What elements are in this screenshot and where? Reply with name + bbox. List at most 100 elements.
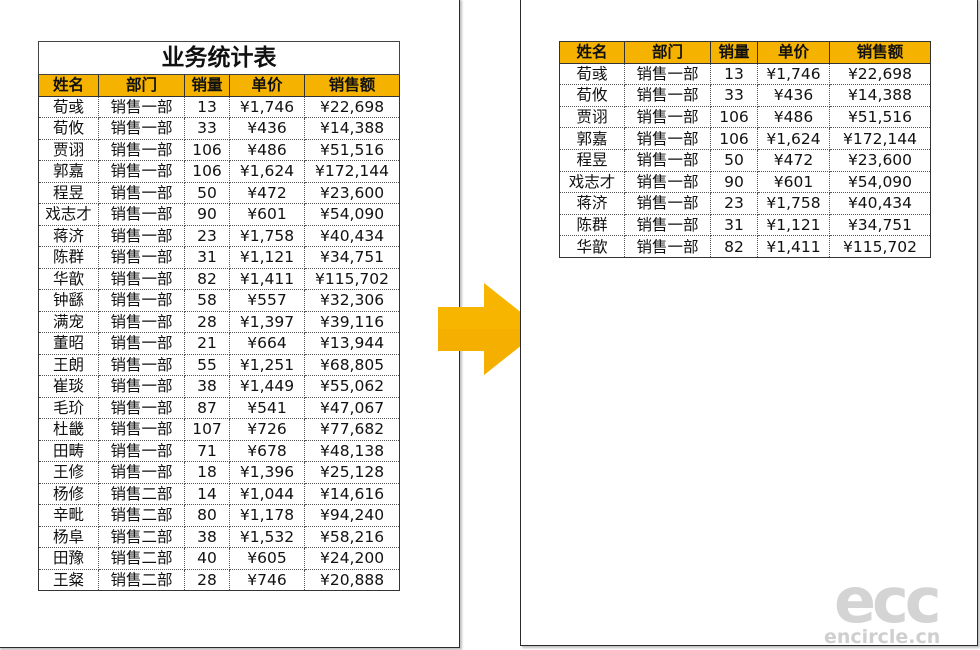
table-cell[interactable]: 蒋济 xyxy=(559,192,625,215)
table-cell[interactable]: ¥1,178 xyxy=(229,504,305,527)
table-cell[interactable]: 销售二部 xyxy=(98,482,185,505)
table-cell[interactable]: 销售一部 xyxy=(624,170,711,194)
table-cell[interactable]: ¥436 xyxy=(229,117,305,140)
table-cell[interactable]: ¥726 xyxy=(229,418,305,441)
table-cell[interactable]: 崔琰 xyxy=(38,375,99,398)
table-cell[interactable]: ¥472 xyxy=(757,148,830,172)
table-cell[interactable]: 82 xyxy=(710,235,758,258)
table-cell[interactable]: 销售一部 xyxy=(98,267,185,290)
table-cell[interactable]: 28 xyxy=(184,310,230,333)
table-cell[interactable]: 杨阜 xyxy=(38,525,99,548)
table-cell[interactable]: ¥601 xyxy=(229,203,305,226)
table-cell[interactable]: 销售一部 xyxy=(98,160,185,183)
table-cell[interactable]: 杨修 xyxy=(38,482,99,505)
table-cell[interactable]: 毛玠 xyxy=(38,396,99,419)
table-cell[interactable]: 50 xyxy=(710,148,758,172)
table-cell[interactable]: 戏志才 xyxy=(559,170,625,194)
table-cell[interactable]: 销售一部 xyxy=(624,148,711,172)
table-cell[interactable]: 戏志才 xyxy=(38,203,99,226)
table-cell[interactable]: ¥20,888 xyxy=(303,568,401,591)
table-cell[interactable]: 销售一部 xyxy=(98,332,185,355)
table-cell[interactable]: 38 xyxy=(184,375,230,398)
table-cell[interactable]: 13 xyxy=(710,62,758,86)
table-cell[interactable]: ¥1,758 xyxy=(757,192,830,215)
table-cell[interactable]: ¥115,702 xyxy=(303,267,401,290)
table-cell[interactable]: ¥1,758 xyxy=(229,224,305,247)
table-cell[interactable]: 80 xyxy=(184,504,230,527)
table-cell[interactable]: 贾诩 xyxy=(38,138,99,161)
table-cell[interactable]: ¥746 xyxy=(229,568,305,591)
table-cell[interactable]: 13 xyxy=(184,95,230,118)
table-cell[interactable]: 40 xyxy=(184,547,230,570)
table-cell[interactable]: 21 xyxy=(184,332,230,355)
table-cell[interactable]: ¥39,116 xyxy=(303,310,401,333)
table-cell[interactable]: ¥678 xyxy=(229,439,305,462)
table-cell[interactable]: 销售二部 xyxy=(98,568,185,591)
table-cell[interactable]: 董昭 xyxy=(38,332,99,355)
table-cell[interactable]: 销售一部 xyxy=(98,246,185,269)
table-cell[interactable]: 销售一部 xyxy=(98,310,185,333)
table-cell[interactable]: 销售一部 xyxy=(98,138,185,161)
table-cell[interactable]: ¥557 xyxy=(229,289,305,312)
table-cell[interactable]: 50 xyxy=(184,181,230,204)
table-cell[interactable]: 38 xyxy=(184,525,230,548)
table-cell[interactable]: ¥1,532 xyxy=(229,525,305,548)
table-cell[interactable]: ¥94,240 xyxy=(303,504,401,527)
table-cell[interactable]: 销售一部 xyxy=(98,461,185,484)
table-cell[interactable]: ¥1,746 xyxy=(229,95,305,118)
table-cell[interactable]: ¥23,600 xyxy=(303,181,401,204)
table-cell[interactable]: 满宠 xyxy=(38,310,99,333)
table-cell[interactable]: ¥55,062 xyxy=(303,375,401,398)
table-cell[interactable]: ¥601 xyxy=(757,170,830,194)
table-cell[interactable]: 33 xyxy=(184,117,230,140)
table-cell[interactable]: 陈群 xyxy=(559,213,625,237)
table-cell[interactable]: 辛毗 xyxy=(38,504,99,527)
table-cell[interactable]: ¥47,067 xyxy=(303,396,401,419)
table-cell[interactable]: ¥1,121 xyxy=(229,246,305,269)
table-cell[interactable]: 田豫 xyxy=(38,547,99,570)
table-cell[interactable]: 销售一部 xyxy=(98,289,185,312)
table-cell[interactable]: 销售一部 xyxy=(624,235,711,258)
table-cell[interactable]: 销售一部 xyxy=(98,439,185,462)
table-cell[interactable]: ¥172,144 xyxy=(829,127,931,150)
table-cell[interactable]: 销售一部 xyxy=(98,353,185,376)
table-cell[interactable]: 钟繇 xyxy=(38,289,99,312)
table-cell[interactable]: 82 xyxy=(184,267,230,290)
table-cell[interactable]: ¥1,746 xyxy=(757,62,830,86)
table-cell[interactable]: ¥48,138 xyxy=(303,439,401,462)
table-cell[interactable]: ¥40,434 xyxy=(303,224,401,247)
table-cell[interactable]: ¥541 xyxy=(229,396,305,419)
table-cell[interactable]: 田畴 xyxy=(38,439,99,462)
table-cell[interactable]: 106 xyxy=(710,105,758,129)
table-cell[interactable]: 58 xyxy=(184,289,230,312)
table-cell[interactable]: 销售二部 xyxy=(98,547,185,570)
table-cell[interactable]: ¥34,751 xyxy=(829,213,931,237)
table-cell[interactable]: 荀攸 xyxy=(559,84,625,107)
table-cell[interactable]: 销售一部 xyxy=(624,127,711,150)
table-cell[interactable]: 荀彧 xyxy=(559,62,625,86)
table-cell[interactable]: 蒋济 xyxy=(38,224,99,247)
table-cell[interactable]: 31 xyxy=(184,246,230,269)
table-cell[interactable]: 33 xyxy=(710,84,758,107)
table-cell[interactable]: ¥115,702 xyxy=(829,235,931,258)
table-cell[interactable]: 18 xyxy=(184,461,230,484)
table-cell[interactable]: ¥40,434 xyxy=(829,192,931,215)
table-cell[interactable]: ¥664 xyxy=(229,332,305,355)
table-cell[interactable]: ¥1,251 xyxy=(229,353,305,376)
table-cell[interactable]: 王粲 xyxy=(38,568,99,591)
table-cell[interactable]: ¥25,128 xyxy=(303,461,401,484)
table-cell[interactable]: ¥24,200 xyxy=(303,547,401,570)
table-cell[interactable]: 荀彧 xyxy=(38,95,99,118)
table-cell[interactable]: ¥14,388 xyxy=(303,117,401,140)
table-cell[interactable]: ¥32,306 xyxy=(303,289,401,312)
table-cell[interactable]: ¥58,216 xyxy=(303,525,401,548)
table-cell[interactable]: ¥1,411 xyxy=(229,267,305,290)
table-cell[interactable]: ¥1,411 xyxy=(757,235,830,258)
table-cell[interactable]: ¥1,449 xyxy=(229,375,305,398)
table-cell[interactable]: 销售一部 xyxy=(98,375,185,398)
table-cell[interactable]: 销售一部 xyxy=(98,396,185,419)
table-cell[interactable]: 程昱 xyxy=(559,148,625,172)
table-cell[interactable]: 销售二部 xyxy=(98,504,185,527)
table-cell[interactable]: ¥54,090 xyxy=(303,203,401,226)
table-cell[interactable]: 31 xyxy=(710,213,758,237)
